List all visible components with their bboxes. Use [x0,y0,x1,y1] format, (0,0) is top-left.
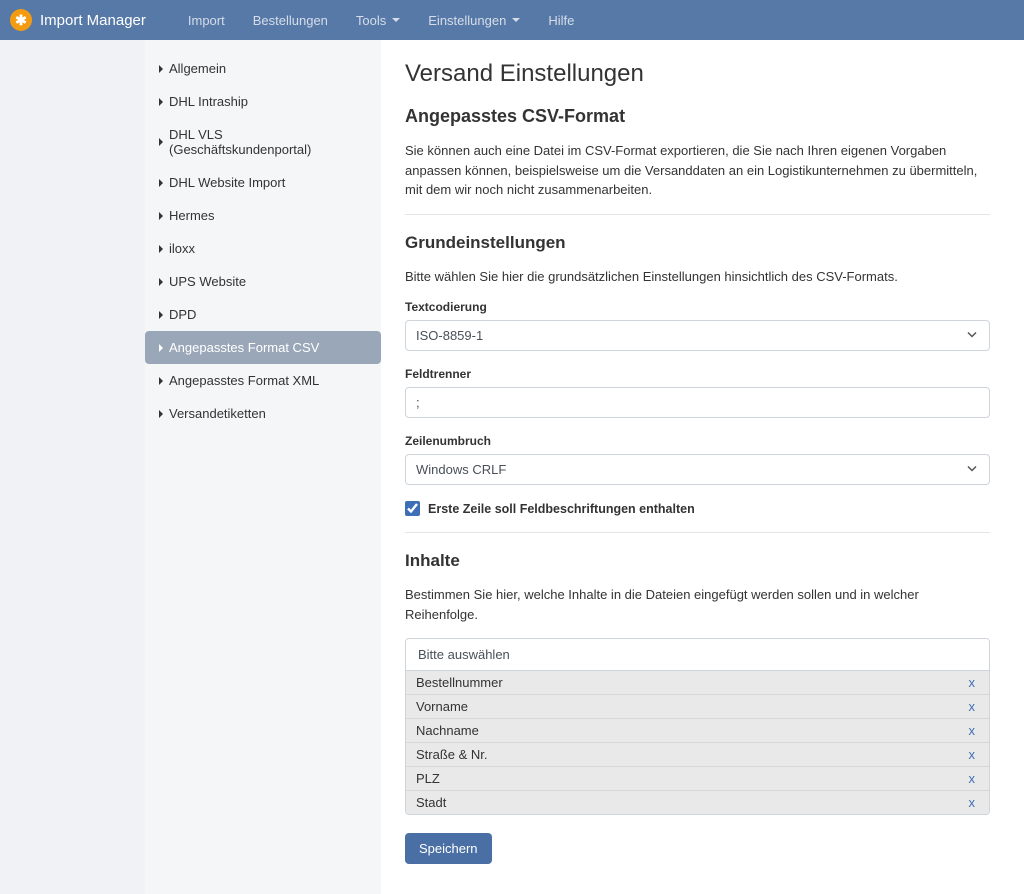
section-basic-heading: Grundeinstellungen [405,233,990,253]
sidebar-item-label: Versandetiketten [169,406,266,421]
sidebar-item-label: DHL Website Import [169,175,285,190]
sidebar-item-10[interactable]: Versandetiketten [145,397,381,430]
page-title: Versand Einstellungen [405,60,990,88]
brand-label: Import Manager [40,12,146,29]
linebreak-select[interactable]: Windows CRLF [405,454,990,485]
sidebar-item-7[interactable]: DPD [145,298,381,331]
sidebar-item-5[interactable]: iloxx [145,232,381,265]
caret-right-icon [159,98,163,106]
content-row[interactable]: PLZ x [406,766,989,790]
divider [405,214,990,215]
content-row[interactable]: Straße & Nr. x [406,742,989,766]
divider [405,532,990,533]
caret-right-icon [159,245,163,253]
nav-item-bestellungen[interactable]: Bestellungen [241,5,340,36]
nav-item-import[interactable]: Import [176,5,237,36]
delimiter-input[interactable] [405,387,990,418]
content-field-list: Bitte auswählen BestellnummerxVornamexNa… [405,638,990,815]
sidebar-item-label: Angepasstes Format XML [169,373,319,388]
sidebar-item-1[interactable]: DHL Intraship [145,85,381,118]
content-row[interactable]: Bestellnummer x [406,671,989,694]
header-checkbox-label: Erste Zeile soll Feldbeschriftungen enth… [428,502,695,516]
sidebar-item-9[interactable]: Angepasstes Format XML [145,364,381,397]
sidebar-item-label: DHL VLS (Geschäftskundenportal) [169,127,367,157]
sidebar-item-6[interactable]: UPS Website [145,265,381,298]
remove-icon[interactable]: x [965,675,980,690]
section-basic-desc: Bitte wählen Sie hier die grundsätzliche… [405,267,990,287]
section-csv-desc: Sie können auch eine Datei im CSV-Format… [405,141,990,200]
content-row-label: Straße & Nr. [416,747,488,762]
delimiter-label: Feldtrenner [405,367,990,381]
caret-down-icon [392,18,400,22]
content-select-placeholder[interactable]: Bitte auswählen [406,639,989,671]
content-row-label: Vorname [416,699,468,714]
remove-icon[interactable]: x [965,699,980,714]
remove-icon[interactable]: x [965,723,980,738]
content-row-label: Nachname [416,723,479,738]
brand: ✱ Import Manager [10,9,146,31]
nav-item-einstellungen[interactable]: Einstellungen [416,5,532,36]
content-row[interactable]: Vorname x [406,694,989,718]
remove-icon[interactable]: x [965,771,980,786]
section-content-desc: Bestimmen Sie hier, welche Inhalte in di… [405,585,990,624]
brand-icon: ✱ [10,9,32,31]
caret-right-icon [159,344,163,352]
sidebar-item-8[interactable]: Angepasstes Format CSV [145,331,381,364]
caret-right-icon [159,179,163,187]
caret-right-icon [159,377,163,385]
sidebar-item-4[interactable]: Hermes [145,199,381,232]
remove-icon[interactable]: x [965,795,980,810]
caret-right-icon [159,278,163,286]
sidebar-item-3[interactable]: DHL Website Import [145,166,381,199]
top-navbar: ✱ Import Manager ImportBestellungenTools… [0,0,1024,40]
nav-items: ImportBestellungenToolsEinstellungenHilf… [176,5,586,36]
sidebar-item-label: UPS Website [169,274,246,289]
main-content: Versand Einstellungen Angepasstes CSV-Fo… [381,40,1024,894]
encoding-select[interactable]: ISO-8859-1 [405,320,990,351]
sidebar: Allgemein DHL Intraship DHL VLS (Geschäfts… [145,40,381,894]
sidebar-item-label: DPD [169,307,196,322]
caret-down-icon [512,18,520,22]
nav-item-tools[interactable]: Tools [344,5,412,36]
sidebar-item-label: iloxx [169,241,195,256]
caret-right-icon [159,65,163,73]
remove-icon[interactable]: x [965,747,980,762]
caret-right-icon [159,311,163,319]
caret-right-icon [159,410,163,418]
content-row-label: PLZ [416,771,440,786]
nav-item-hilfe[interactable]: Hilfe [536,5,586,36]
sidebar-item-0[interactable]: Allgemein [145,52,381,85]
content-row-label: Bestellnummer [416,675,503,690]
section-content-heading: Inhalte [405,551,990,571]
sidebar-item-label: Allgemein [169,61,226,76]
sidebar-item-label: DHL Intraship [169,94,248,109]
content-row-label: Stadt [416,795,446,810]
content-row[interactable]: Stadt x [406,790,989,814]
save-button[interactable]: Speichern [405,833,492,864]
sidebar-item-label: Hermes [169,208,215,223]
content-row[interactable]: Nachname x [406,718,989,742]
sidebar-item-label: Angepasstes Format CSV [169,340,319,355]
section-csv-heading: Angepasstes CSV-Format [405,106,990,127]
sidebar-item-2[interactable]: DHL VLS (Geschäftskundenportal) [145,118,381,166]
linebreak-label: Zeilenumbruch [405,434,990,448]
caret-right-icon [159,212,163,220]
encoding-label: Textcodierung [405,300,990,314]
caret-right-icon [159,138,163,146]
header-checkbox[interactable] [405,501,420,516]
